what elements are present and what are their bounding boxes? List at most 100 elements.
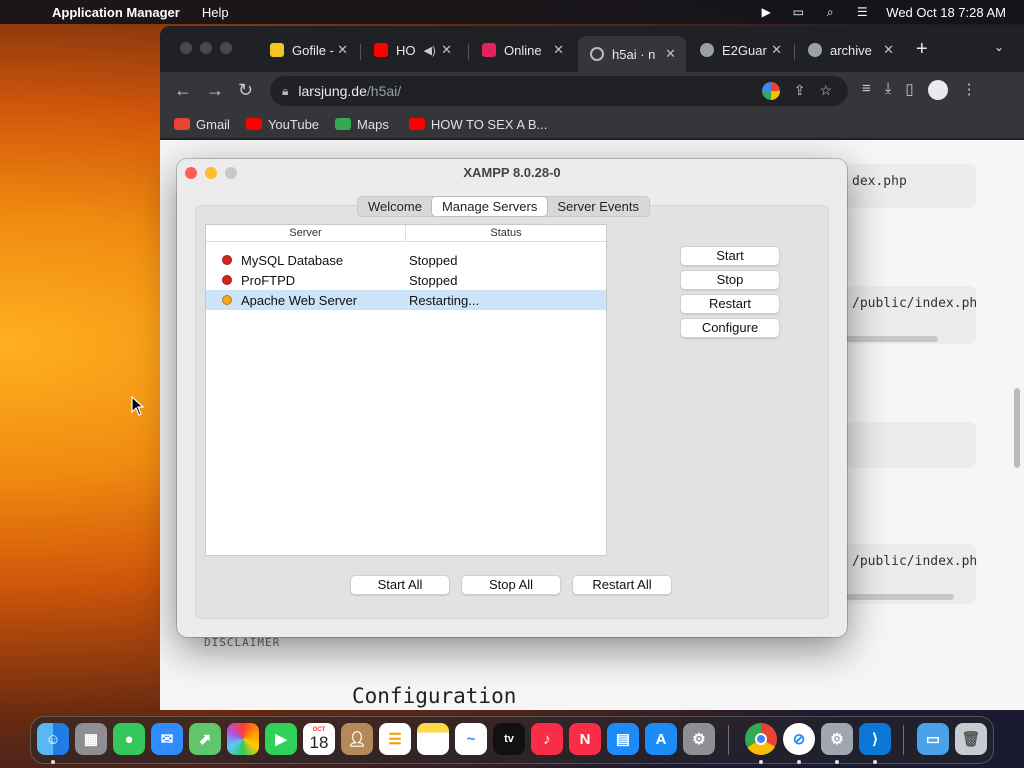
safari-icon[interactable]: ⊘ bbox=[783, 723, 815, 755]
bookmark-star-icon[interactable]: ☆ bbox=[819, 82, 832, 100]
minimize-window-button[interactable] bbox=[200, 42, 212, 54]
bookmark-label: HOW TO SEX A B... bbox=[430, 116, 548, 132]
mail-icon[interactable]: ✉ bbox=[151, 723, 183, 755]
tab-welcome[interactable]: Welcome bbox=[358, 197, 432, 216]
url-path: /h5ai/ bbox=[366, 83, 402, 99]
screen-record-icon[interactable]: ▶ bbox=[758, 5, 774, 19]
bookmark-maps[interactable]: Maps bbox=[335, 117, 389, 132]
address-bar[interactable]: 🔒︎ larsjung.de/h5ai/ ⇪ ☆ bbox=[270, 76, 848, 106]
gmail-icon bbox=[174, 118, 190, 130]
tab-e2guardian[interactable]: E2Guar ✕ bbox=[688, 36, 792, 64]
table-row-proftpd[interactable]: ProFTPD Stopped bbox=[206, 270, 606, 290]
launchpad-icon[interactable]: ▦ bbox=[75, 723, 107, 755]
apple-tv-icon[interactable]: tv bbox=[493, 723, 525, 755]
close-tab-icon[interactable]: ✕ bbox=[771, 42, 782, 58]
system-settings-icon[interactable]: ⚙ bbox=[683, 723, 715, 755]
stop-button[interactable]: Stop bbox=[680, 270, 780, 290]
contacts-icon[interactable]: 👤︎ bbox=[341, 723, 373, 755]
help-menu[interactable]: Help bbox=[202, 5, 229, 20]
column-header-status[interactable]: Status bbox=[406, 225, 606, 241]
code-block bbox=[846, 422, 976, 468]
music-icon[interactable]: ♪ bbox=[531, 723, 563, 755]
youtube-icon bbox=[408, 118, 425, 130]
xampp-tab-bar: Welcome Manage Servers Server Events bbox=[357, 196, 650, 217]
side-panel-icon[interactable]: ▯ bbox=[905, 80, 913, 100]
close-window-button[interactable] bbox=[185, 167, 197, 179]
bookmarks-bar: Gmail YouTube Maps HOW TO SEX A B... bbox=[160, 110, 1024, 138]
start-button[interactable]: Start bbox=[680, 246, 780, 266]
trash-icon[interactable]: 🗑︎ bbox=[955, 723, 987, 755]
more-menu-icon[interactable]: ⋮ bbox=[962, 80, 977, 100]
app-name-menu[interactable]: Application Manager bbox=[52, 5, 180, 20]
download-icon[interactable]: ⤓ bbox=[885, 80, 892, 100]
table-row-mysql[interactable]: MySQL Database Stopped bbox=[206, 250, 606, 270]
lock-icon[interactable]: 🔒︎ bbox=[282, 84, 288, 99]
tab-server-events[interactable]: Server Events bbox=[547, 197, 649, 216]
zoom-window-button[interactable] bbox=[225, 167, 237, 179]
downloads-folder-icon[interactable]: ▭ bbox=[917, 723, 949, 755]
bookmark-youtube[interactable]: YouTube bbox=[245, 117, 319, 132]
screen-mirroring-icon[interactable]: ▭ bbox=[790, 5, 806, 19]
close-tab-icon[interactable]: ✕ bbox=[883, 42, 894, 58]
forward-arrow-icon[interactable]: → bbox=[206, 80, 224, 101]
speaker-icon[interactable]: ◀) bbox=[424, 44, 436, 57]
stop-all-button[interactable]: Stop All bbox=[461, 575, 561, 595]
tab-youtube[interactable]: HO ◀) ✕ bbox=[362, 36, 462, 64]
control-center-icon[interactable]: ☰ bbox=[854, 5, 870, 19]
notes-icon[interactable] bbox=[417, 723, 449, 755]
minimize-window-button[interactable] bbox=[205, 167, 217, 179]
chrome-icon[interactable] bbox=[745, 723, 777, 755]
back-arrow-icon[interactable]: ← bbox=[174, 80, 192, 101]
bookmark-video[interactable]: HOW TO SEX A B... bbox=[408, 116, 548, 132]
finder-icon[interactable]: ☺ bbox=[37, 723, 69, 755]
start-all-button[interactable]: Start All bbox=[350, 575, 450, 595]
status-indicator-icon bbox=[222, 295, 232, 305]
app-store-icon[interactable]: A bbox=[645, 723, 677, 755]
maps-icon[interactable]: ⬈ bbox=[189, 723, 221, 755]
close-tab-icon[interactable]: ✕ bbox=[553, 42, 564, 58]
bookmark-gmail[interactable]: Gmail bbox=[174, 117, 230, 132]
close-tab-icon[interactable]: ✕ bbox=[665, 46, 676, 62]
keynote-icon[interactable]: ▤ bbox=[607, 723, 639, 755]
new-tab-button[interactable]: + bbox=[916, 38, 928, 61]
horizontal-scrollbar[interactable] bbox=[846, 594, 954, 600]
xampp-window: XAMPP 8.0.28-0 Welcome Manage Servers Se… bbox=[177, 159, 847, 637]
news-icon[interactable]: N bbox=[569, 723, 601, 755]
photos-icon[interactable] bbox=[227, 723, 259, 755]
horizontal-scrollbar[interactable] bbox=[846, 336, 938, 342]
restart-button[interactable]: Restart bbox=[680, 294, 780, 314]
tab-gofile[interactable]: Gofile - ✕ bbox=[258, 36, 358, 64]
media-controls-icon[interactable]: ≡ bbox=[862, 80, 871, 100]
tab-archive[interactable]: archive ✕ bbox=[796, 36, 904, 64]
tab-manage-servers[interactable]: Manage Servers bbox=[431, 197, 548, 216]
close-tab-icon[interactable]: ✕ bbox=[441, 42, 452, 58]
tab-search-chevron-icon[interactable]: ⌄ bbox=[994, 40, 1004, 54]
profile-avatar-icon[interactable] bbox=[927, 80, 948, 100]
vscode-icon[interactable]: ⟩ bbox=[859, 723, 891, 755]
close-window-button[interactable] bbox=[180, 42, 192, 54]
server-name: Apache Web Server bbox=[241, 292, 358, 308]
spotlight-search-icon[interactable]: ⌕ bbox=[822, 5, 838, 19]
xampp-icon[interactable]: ⚙ bbox=[821, 723, 853, 755]
close-tab-icon[interactable]: ✕ bbox=[337, 42, 348, 58]
configure-button[interactable]: Configure bbox=[680, 318, 780, 338]
status-indicator-icon bbox=[222, 275, 232, 285]
reminders-icon[interactable]: ☰ bbox=[379, 723, 411, 755]
restart-all-button[interactable]: Restart All bbox=[572, 575, 672, 595]
messages-icon[interactable]: ● bbox=[113, 723, 145, 755]
google-icon[interactable] bbox=[761, 82, 780, 100]
facetime-icon[interactable]: ▶ bbox=[265, 723, 297, 755]
dock: ☺ ▦ ● ✉ ⬈ ▶ OCT 18 👤︎ ☰ ~ tv ♪ N ▤ A ⚙ ⊘… bbox=[30, 716, 994, 764]
freeform-icon[interactable]: ~ bbox=[455, 723, 487, 755]
tab-online[interactable]: Online ✕ bbox=[470, 36, 574, 64]
reload-icon[interactable]: ↻ bbox=[238, 80, 253, 101]
tab-h5ai[interactable]: h5ai · n ✕ bbox=[578, 36, 686, 72]
table-row-apache[interactable]: Apache Web Server Restarting... bbox=[206, 290, 606, 310]
column-header-server[interactable]: Server bbox=[206, 225, 406, 241]
h5ai-icon bbox=[590, 47, 604, 61]
menubar-clock[interactable]: Wed Oct 18 7:28 AM bbox=[886, 5, 1006, 20]
share-icon[interactable]: ⇪ bbox=[794, 82, 806, 100]
zoom-window-button[interactable] bbox=[220, 42, 232, 54]
calendar-icon[interactable]: OCT 18 bbox=[303, 723, 335, 755]
vertical-scrollbar[interactable] bbox=[1014, 388, 1020, 468]
